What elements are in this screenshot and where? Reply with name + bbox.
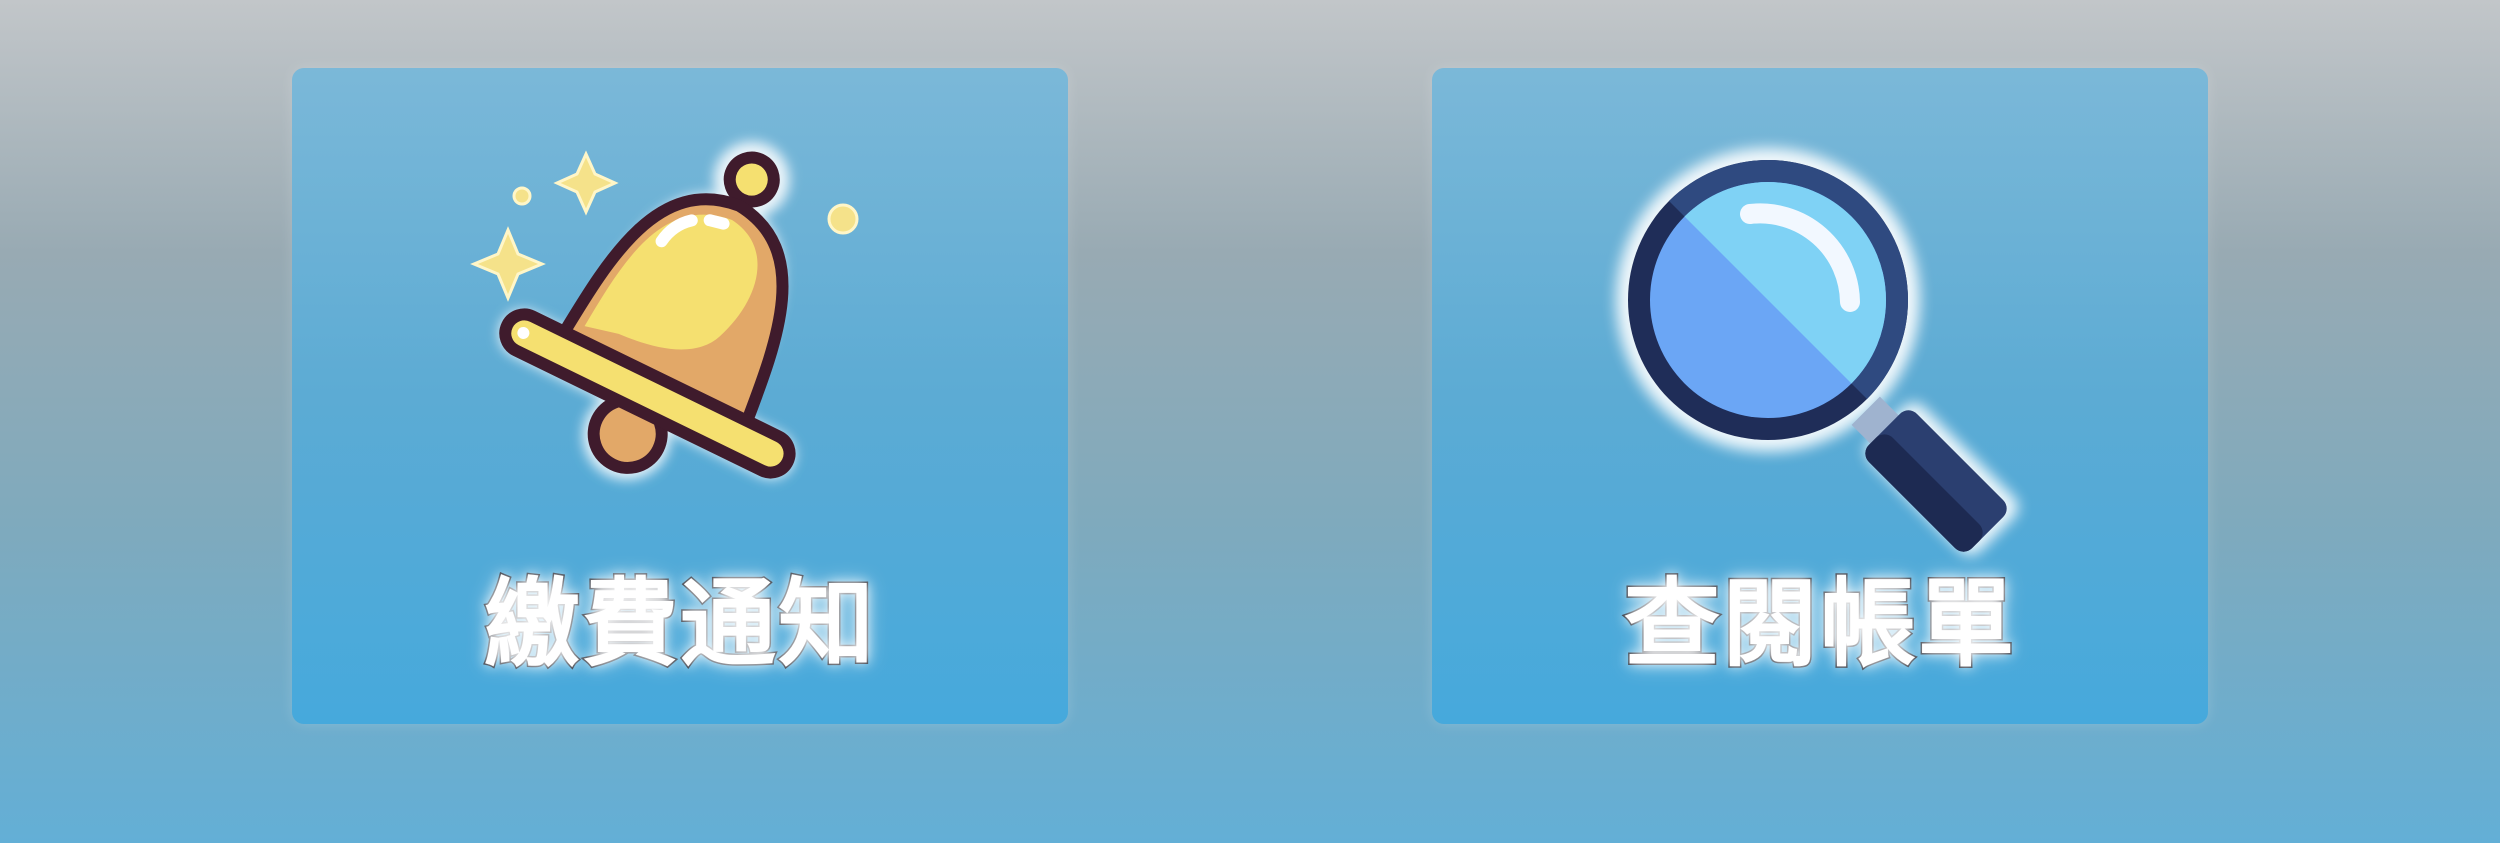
payment-notice-button[interactable]: 繳費通知 <box>292 68 1068 724</box>
bell-icon <box>292 68 1068 628</box>
magnifier-icon <box>1432 68 2208 628</box>
view-bill-label: 查閱帳單 <box>1623 568 2016 680</box>
view-bill-button[interactable]: 查閱帳單 <box>1432 68 2208 724</box>
payment-notice-label: 繳費通知 <box>483 568 876 680</box>
